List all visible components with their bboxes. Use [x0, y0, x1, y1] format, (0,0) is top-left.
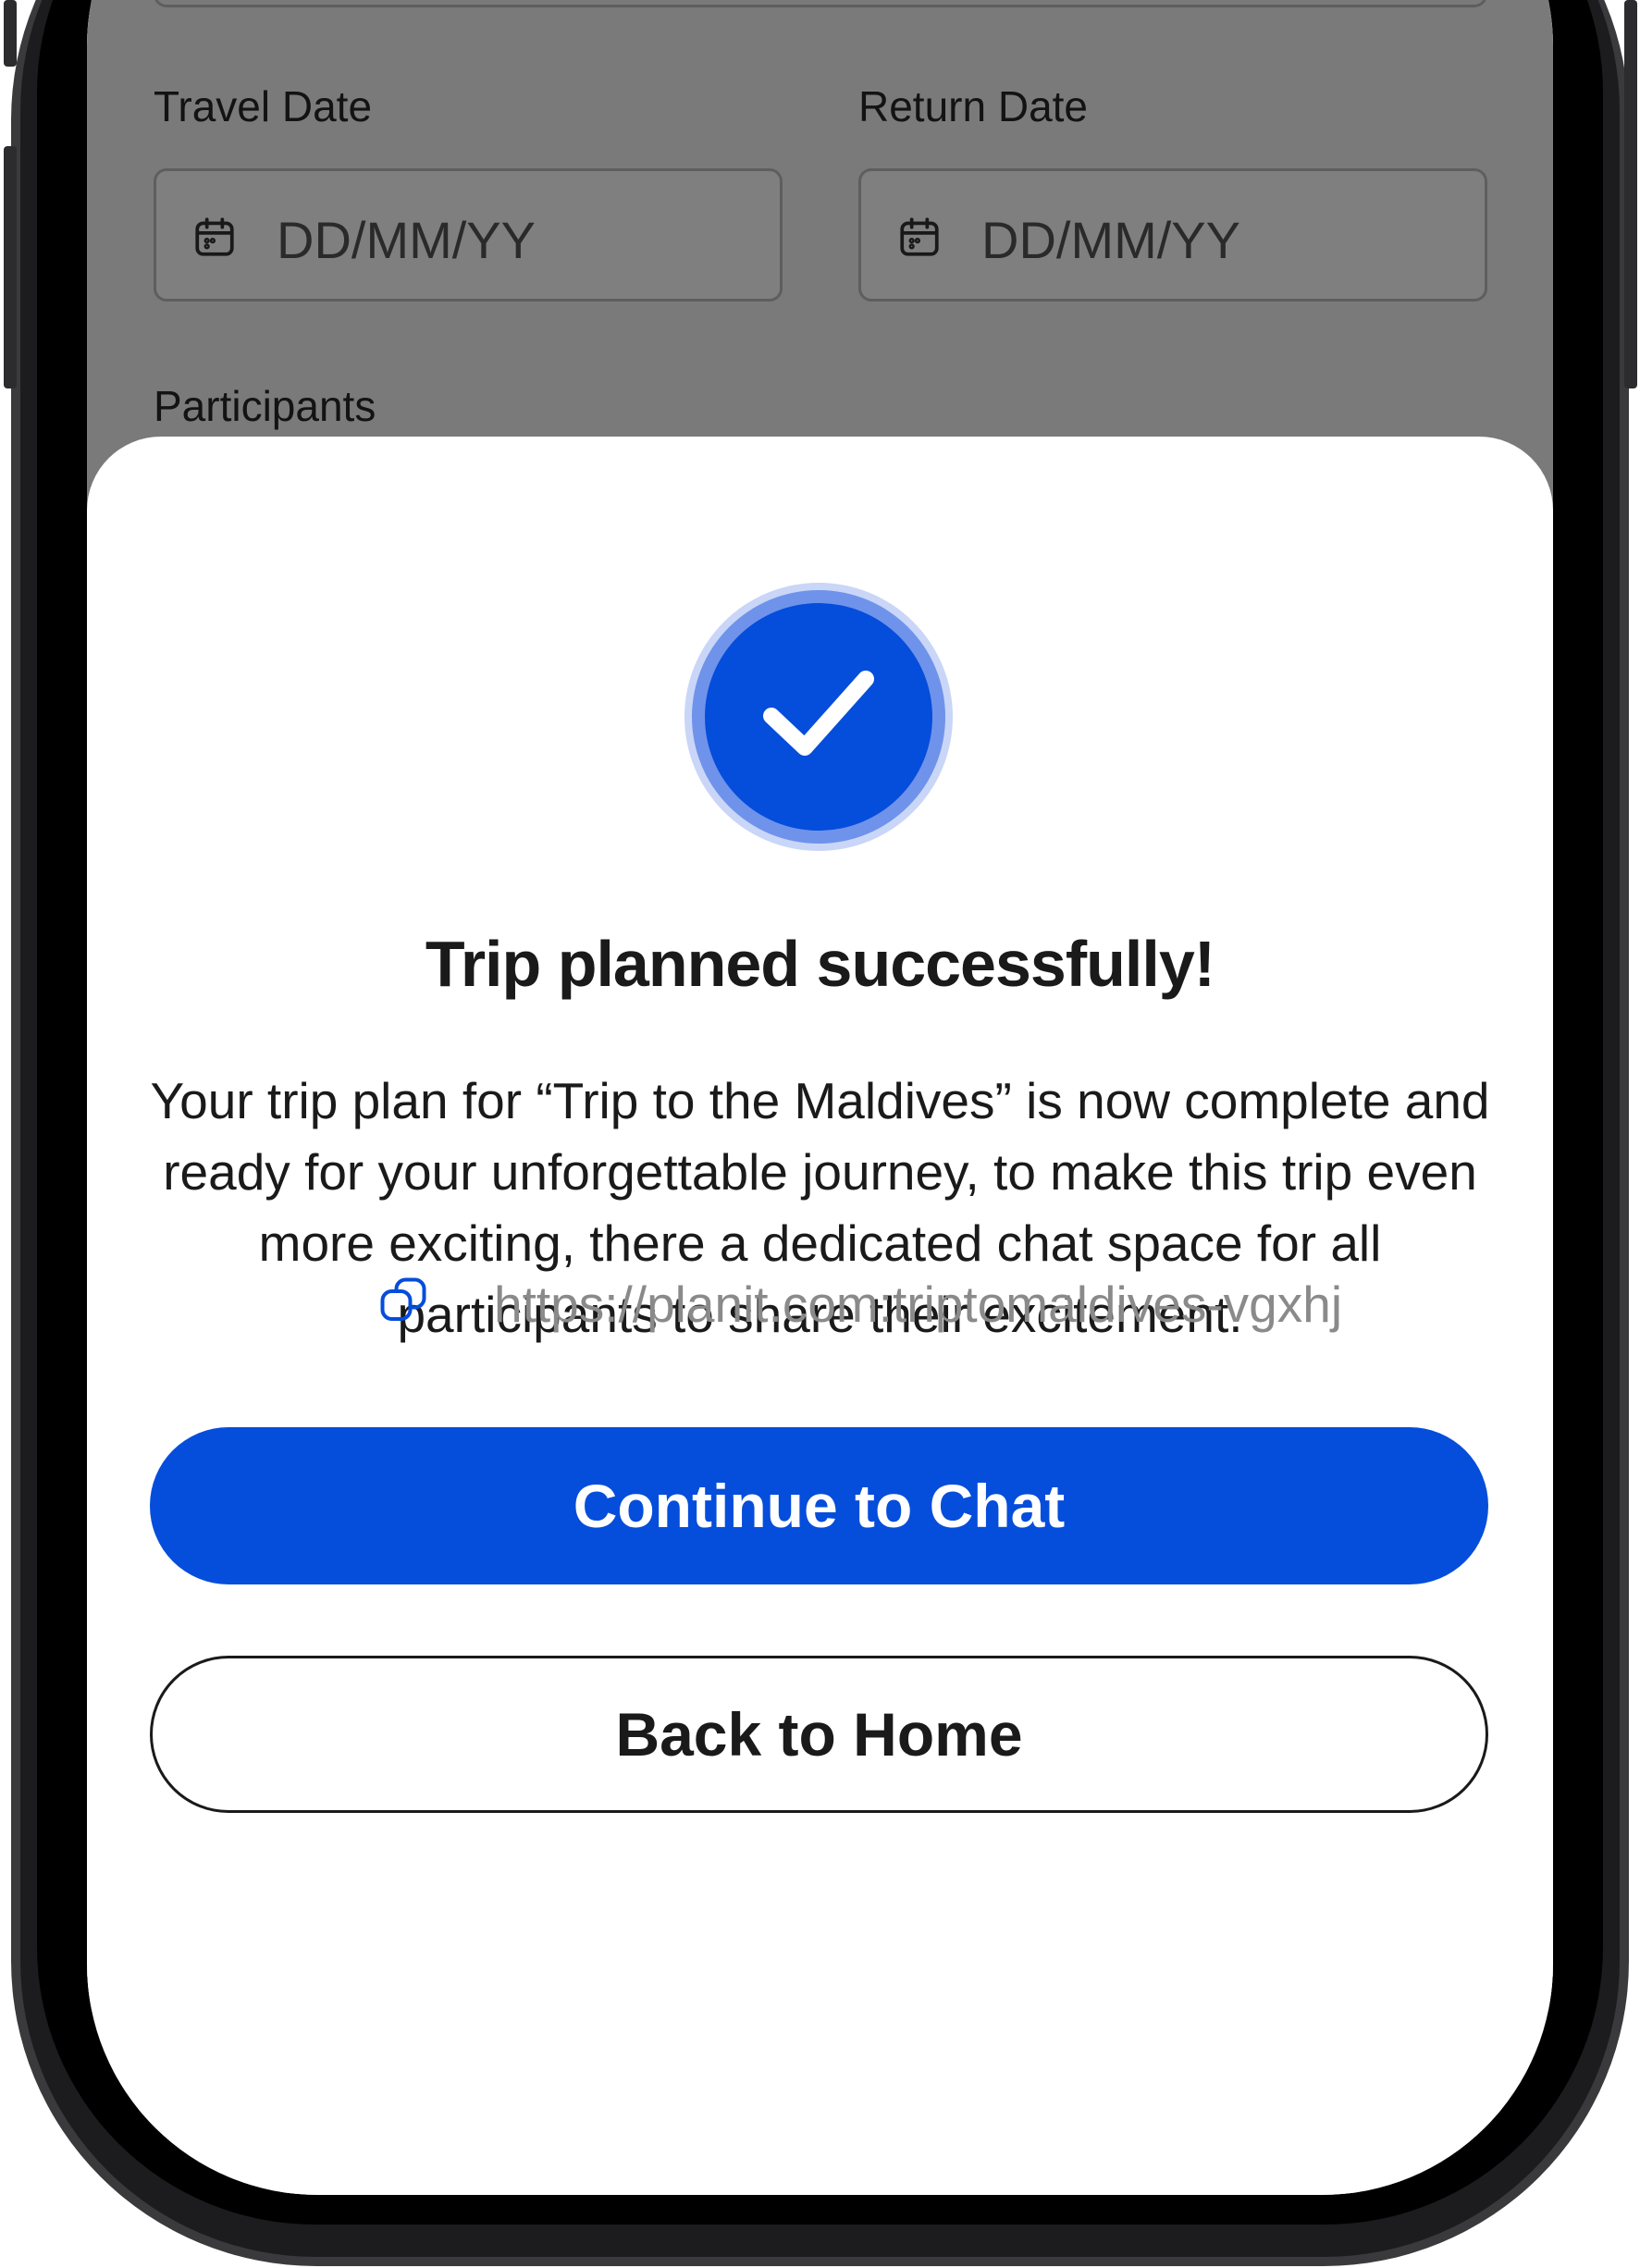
share-link-text[interactable]: https://planit.com:triptomaldives-vgxhj [494, 1275, 1342, 1334]
back-to-home-button[interactable]: Back to Home [150, 1656, 1488, 1813]
volume-button [4, 0, 17, 67]
success-badge-ring [692, 590, 945, 844]
success-bottom-sheet: Trip planned successfully! Your trip pla… [87, 437, 1553, 2195]
success-badge [684, 583, 953, 851]
volume-button [4, 146, 17, 388]
copy-icon[interactable] [376, 1273, 431, 1328]
check-icon [763, 671, 874, 756]
phone-screen: Travel Date Return Date DD/MM/YY [87, 0, 1553, 2195]
power-button [1624, 0, 1637, 388]
continue-to-chat-button[interactable]: Continue to Chat [150, 1427, 1488, 1584]
dialog-title: Trip planned successfully! [425, 928, 1215, 1000]
success-badge-core [705, 603, 932, 831]
